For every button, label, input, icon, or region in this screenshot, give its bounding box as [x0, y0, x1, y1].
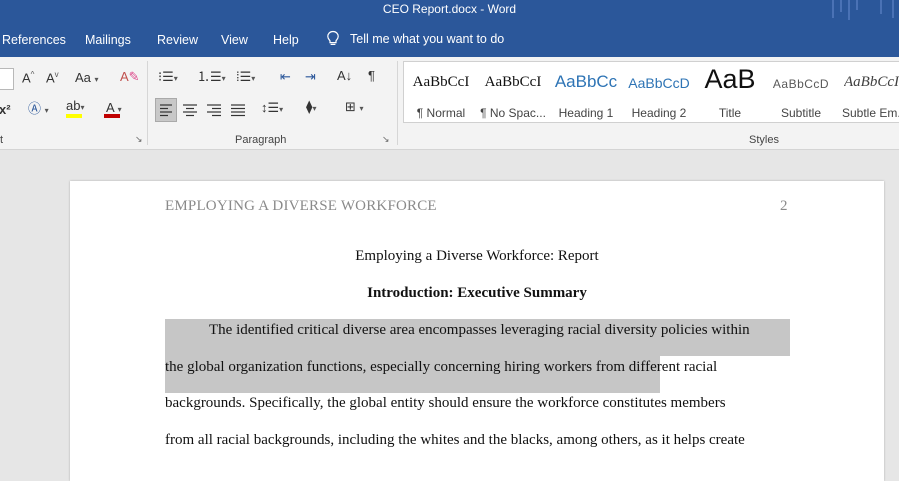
- justify-icon[interactable]: [228, 99, 248, 121]
- borders-icon[interactable]: ⊞ ▾: [345, 100, 364, 113]
- superscript-icon[interactable]: x²: [0, 103, 11, 116]
- title-bar-decoration: [856, 0, 858, 10]
- tell-me-text: Tell me what you want to do: [350, 31, 505, 46]
- paragraph-line[interactable]: backgrounds. Specifically, the global en…: [165, 395, 726, 412]
- highlight-color-icon[interactable]: ab▾: [66, 99, 84, 112]
- shading-icon[interactable]: ⧫▾: [306, 100, 316, 113]
- document-page[interactable]: EMPLOYING A DIVERSE WORKFORCE 2 Employin…: [70, 181, 884, 481]
- style-sample: AaB: [704, 64, 756, 94]
- increase-indent-icon[interactable]: ⇥: [305, 70, 316, 83]
- font-group-label: t: [0, 134, 4, 146]
- style-name: Heading 2: [631, 106, 687, 120]
- multilevel-list-icon[interactable]: ⁞☰▾: [236, 70, 255, 83]
- title-bar-decoration: [832, 0, 834, 18]
- font-size-box[interactable]: [0, 68, 14, 90]
- decrease-indent-icon[interactable]: ⇤: [280, 70, 291, 83]
- paragraph-dialog-launcher-icon[interactable]: ↘: [382, 134, 390, 145]
- style-normal[interactable]: AaBbCcI ¶ Normal: [406, 62, 476, 122]
- paragraph-group-label: Paragraph: [235, 134, 287, 146]
- bullets-icon[interactable]: ⁝☰▾: [158, 70, 178, 83]
- style-name: Heading 1: [558, 106, 614, 120]
- grow-font-icon[interactable]: A^: [22, 71, 34, 85]
- font-color-icon[interactable]: A ▾: [106, 101, 122, 114]
- lightbulb-icon: [327, 30, 339, 45]
- style-subtitle[interactable]: AaBbCcD Subtitle: [765, 62, 837, 122]
- highlight-color-swatch: [66, 114, 82, 118]
- font-color-swatch: [104, 114, 120, 118]
- style-sample: AaBbCcI: [844, 74, 899, 90]
- tab-mailings[interactable]: Mailings: [85, 33, 131, 47]
- page-number: 2: [780, 198, 788, 214]
- style-name: ¶ No Spac...: [480, 106, 546, 120]
- show-formatting-marks-icon[interactable]: ¶: [368, 69, 375, 82]
- style-sample: AaBbCcI: [412, 74, 470, 90]
- title-bar-decoration: [880, 0, 882, 14]
- style-no-spacing[interactable]: AaBbCcI ¶ No Spac...: [477, 62, 549, 122]
- align-left-icon: [160, 104, 172, 117]
- title-bar: CEO Report.docx - Word: [0, 0, 899, 22]
- document-title: Employing a Diverse Workforce: Report: [355, 248, 599, 264]
- title-bar-decoration: [840, 0, 842, 12]
- align-right-icon[interactable]: [204, 99, 224, 121]
- style-heading-2[interactable]: AaBbCcD Heading 2: [623, 62, 695, 122]
- style-subtle-emphasis[interactable]: AaBbCcI Subtle Em...: [838, 62, 899, 122]
- font-dialog-launcher-icon[interactable]: ↘: [135, 134, 143, 145]
- style-name: ¶ Normal: [416, 106, 466, 120]
- style-name: Subtle Em...: [842, 106, 899, 120]
- shrink-font-icon[interactable]: Av: [46, 71, 59, 85]
- tell-me-search[interactable]: Tell me what you want to do: [326, 30, 504, 47]
- text-effects-icon[interactable]: Ⓐ ▾: [28, 102, 49, 115]
- align-center-icon[interactable]: [180, 99, 200, 121]
- running-head: EMPLOYING A DIVERSE WORKFORCE: [165, 198, 437, 214]
- style-sample: AaBbCc: [554, 72, 618, 91]
- align-left-button[interactable]: [155, 98, 177, 122]
- tab-review[interactable]: Review: [157, 33, 198, 47]
- document-area[interactable]: EMPLOYING A DIVERSE WORKFORCE 2 Employin…: [0, 150, 899, 481]
- group-separator: [397, 61, 398, 145]
- title-bar-decoration: [848, 0, 850, 22]
- line-spacing-icon[interactable]: ↕☰▾: [261, 101, 283, 114]
- clear-formatting-icon[interactable]: A✎: [120, 70, 140, 83]
- numbering-icon[interactable]: ⒈☰▾: [197, 70, 226, 83]
- section-heading: Introduction: Executive Summary: [367, 285, 587, 301]
- tab-view[interactable]: View: [221, 33, 248, 47]
- paragraph-line[interactable]: from all racial backgrounds, including t…: [165, 432, 745, 449]
- style-sample: AaBbCcD: [772, 77, 830, 91]
- title-bar-decoration: [892, 0, 894, 18]
- style-name: Subtitle: [780, 106, 822, 120]
- ribbon: A^ Av Aa ▾ A✎ x² Ⓐ ▾ ab▾ A ▾ t ↘ ⁝☰▾ ⒈☰▾…: [0, 57, 899, 150]
- style-name: Title: [718, 106, 742, 120]
- paragraph-line[interactable]: the global organization functions, espec…: [165, 359, 717, 376]
- paragraph-line[interactable]: The identified critical diverse area enc…: [165, 322, 750, 339]
- change-case-icon[interactable]: Aa ▾: [75, 71, 99, 84]
- styles-group-label: Styles: [749, 134, 779, 146]
- ribbon-tab-bar: References Mailings Review View Help Tel…: [0, 20, 899, 57]
- tab-help[interactable]: Help: [273, 33, 299, 47]
- tab-references[interactable]: References: [2, 33, 66, 47]
- styles-gallery: AaBbCcI ¶ Normal AaBbCcI ¶ No Spac... Aa…: [403, 61, 899, 123]
- sort-icon[interactable]: A↓: [337, 69, 352, 82]
- style-sample: AaBbCcI: [484, 74, 542, 90]
- style-heading-1[interactable]: AaBbCc Heading 1: [550, 62, 622, 122]
- window-title: CEO Report.docx - Word: [382, 2, 517, 16]
- style-title[interactable]: AaB Title: [696, 62, 764, 122]
- style-sample: AaBbCcD: [628, 75, 690, 91]
- group-separator: [147, 61, 148, 145]
